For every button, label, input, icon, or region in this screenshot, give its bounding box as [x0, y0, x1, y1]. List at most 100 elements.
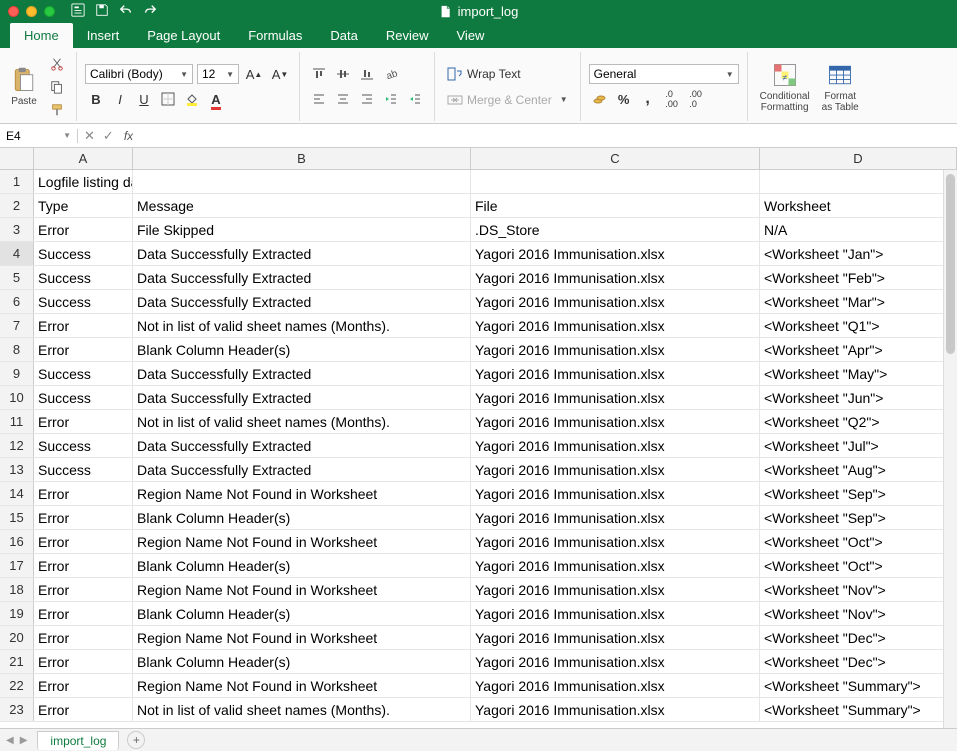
save-icon[interactable] — [95, 3, 109, 20]
row-header[interactable]: 22 — [0, 674, 34, 697]
cell[interactable]: Yagori 2016 Immunisation.xlsx — [471, 626, 760, 649]
cell[interactable]: Yagori 2016 Immunisation.xlsx — [471, 602, 760, 625]
cell[interactable]: <Worksheet "Apr"> — [760, 338, 957, 361]
row-header[interactable]: 9 — [0, 362, 34, 385]
cell[interactable]: Yagori 2016 Immunisation.xlsx — [471, 314, 760, 337]
cell[interactable]: <Worksheet "Summary"> — [760, 698, 957, 721]
cell[interactable]: Data Successfully Extracted — [133, 434, 471, 457]
percent-button[interactable]: % — [613, 89, 635, 109]
cut-button[interactable] — [46, 54, 68, 74]
increase-indent-button[interactable] — [404, 89, 426, 109]
row-header[interactable]: 5 — [0, 266, 34, 289]
cell[interactable]: Data Successfully Extracted — [133, 386, 471, 409]
ribbon-tab-page-layout[interactable]: Page Layout — [133, 23, 234, 48]
cell[interactable]: Error — [34, 626, 133, 649]
vertical-scrollbar[interactable] — [943, 170, 957, 728]
cell[interactable]: Error — [34, 554, 133, 577]
cell[interactable]: File Skipped — [133, 218, 471, 241]
maximize-button[interactable] — [44, 6, 55, 17]
ribbon-tab-insert[interactable]: Insert — [73, 23, 134, 48]
cell[interactable]: Yagori 2016 Immunisation.xlsx — [471, 530, 760, 553]
number-format-combo[interactable]: General▼ — [589, 64, 739, 84]
cell[interactable]: Region Name Not Found in Worksheet — [133, 674, 471, 697]
cell[interactable]: Worksheet — [760, 194, 957, 217]
cell[interactable]: Error — [34, 506, 133, 529]
merge-center-button[interactable]: Merge & Center ▼ — [443, 91, 572, 109]
font-color-button[interactable]: A — [205, 89, 227, 109]
format-as-table-button[interactable]: Format as Table — [818, 59, 863, 115]
add-sheet-button[interactable]: + — [127, 731, 145, 749]
ribbon-tab-review[interactable]: Review — [372, 23, 443, 48]
row-header[interactable]: 13 — [0, 458, 34, 481]
accept-formula-icon[interactable]: ✓ — [103, 128, 114, 144]
ribbon-tab-formulas[interactable]: Formulas — [234, 23, 316, 48]
align-top-button[interactable] — [308, 64, 330, 84]
cell[interactable]: Blank Column Header(s) — [133, 338, 471, 361]
cancel-formula-icon[interactable]: ✕ — [84, 128, 95, 144]
cell[interactable]: <Worksheet "Summary"> — [760, 674, 957, 697]
cell[interactable]: Success — [34, 386, 133, 409]
cell[interactable]: <Worksheet "Sep"> — [760, 482, 957, 505]
cell[interactable]: Success — [34, 242, 133, 265]
redo-icon[interactable] — [143, 3, 157, 20]
cell[interactable]: Yagori 2016 Immunisation.xlsx — [471, 410, 760, 433]
cell[interactable]: <Worksheet "Jul"> — [760, 434, 957, 457]
cell[interactable]: .DS_Store — [471, 218, 760, 241]
cell[interactable]: <Worksheet "Mar"> — [760, 290, 957, 313]
cell[interactable]: <Worksheet "May"> — [760, 362, 957, 385]
cell[interactable]: Error — [34, 410, 133, 433]
row-header[interactable]: 11 — [0, 410, 34, 433]
cell[interactable]: Yagori 2016 Immunisation.xlsx — [471, 290, 760, 313]
row-header[interactable]: 18 — [0, 578, 34, 601]
copy-button[interactable] — [46, 77, 68, 97]
wrap-text-button[interactable]: Wrap Text — [443, 65, 572, 83]
cell[interactable]: Data Successfully Extracted — [133, 242, 471, 265]
cell[interactable]: <Worksheet "Sep"> — [760, 506, 957, 529]
align-right-button[interactable] — [356, 89, 378, 109]
cell[interactable]: Blank Column Header(s) — [133, 650, 471, 673]
column-header[interactable]: B — [133, 148, 471, 169]
row-header[interactable]: 17 — [0, 554, 34, 577]
cell[interactable]: <Worksheet "Aug"> — [760, 458, 957, 481]
cell[interactable]: Yagori 2016 Immunisation.xlsx — [471, 482, 760, 505]
cell[interactable]: <Worksheet "Feb"> — [760, 266, 957, 289]
align-bottom-button[interactable] — [356, 64, 378, 84]
cell[interactable]: <Worksheet "Jun"> — [760, 386, 957, 409]
italic-button[interactable]: I — [109, 89, 131, 109]
cell[interactable]: Success — [34, 362, 133, 385]
align-middle-button[interactable] — [332, 64, 354, 84]
cell[interactable]: Error — [34, 602, 133, 625]
font-size-combo[interactable]: 12▼ — [197, 64, 239, 84]
cell[interactable]: Yagori 2016 Immunisation.xlsx — [471, 266, 760, 289]
cell[interactable]: Data Successfully Extracted — [133, 458, 471, 481]
undo-icon[interactable] — [119, 3, 133, 20]
cell[interactable]: Success — [34, 290, 133, 313]
cell[interactable]: <Worksheet "Jan"> — [760, 242, 957, 265]
cell[interactable]: Yagori 2016 Immunisation.xlsx — [471, 674, 760, 697]
bold-button[interactable]: B — [85, 89, 107, 109]
row-header[interactable]: 23 — [0, 698, 34, 721]
cell[interactable]: Error — [34, 338, 133, 361]
cell[interactable]: Error — [34, 530, 133, 553]
row-header[interactable]: 10 — [0, 386, 34, 409]
cell[interactable]: <Worksheet "Dec"> — [760, 650, 957, 673]
prev-sheet-button[interactable]: ◀ — [4, 735, 16, 746]
cell[interactable]: Data Successfully Extracted — [133, 362, 471, 385]
row-header[interactable]: 14 — [0, 482, 34, 505]
cell[interactable]: Blank Column Header(s) — [133, 506, 471, 529]
row-header[interactable]: 20 — [0, 626, 34, 649]
cell[interactable]: Error — [34, 698, 133, 721]
cell[interactable]: <Worksheet "Oct"> — [760, 554, 957, 577]
currency-button[interactable] — [589, 89, 611, 109]
cell[interactable]: Error — [34, 482, 133, 505]
cell[interactable]: N/A — [760, 218, 957, 241]
cell[interactable]: Success — [34, 266, 133, 289]
cell[interactable]: Error — [34, 218, 133, 241]
ribbon-tab-home[interactable]: Home — [10, 23, 73, 48]
name-box[interactable]: E4 ▼ — [0, 129, 78, 143]
row-header[interactable]: 2 — [0, 194, 34, 217]
cell[interactable]: Data Successfully Extracted — [133, 290, 471, 313]
cell[interactable]: Yagori 2016 Immunisation.xlsx — [471, 578, 760, 601]
cell[interactable]: Not in list of valid sheet names (Months… — [133, 314, 471, 337]
decrease-font-button[interactable]: A▼ — [269, 64, 291, 84]
